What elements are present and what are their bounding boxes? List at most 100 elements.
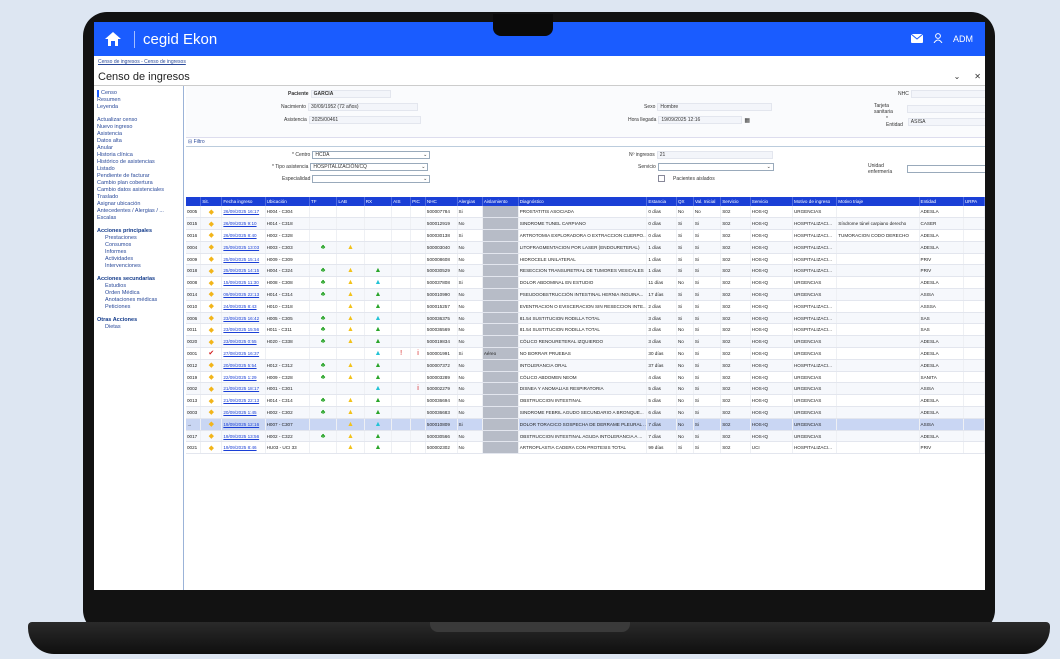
table-cell[interactable]: 26/09/2025 9:10 (221, 217, 266, 231)
sidebar-section-item[interactable]: Consumos (97, 242, 180, 249)
sidebar-section-title[interactable]: Acciones principales (97, 228, 180, 235)
sidebar-action-7[interactable]: Listado (97, 166, 180, 173)
column-header[interactable]: QX (676, 197, 694, 206)
sidebar-item-0[interactable]: Censo (97, 90, 180, 97)
table-row[interactable]: 0018 ◆ 25/09/2025 14:15 H004 - C324 ♣ ▲ ▲ 50003… (186, 264, 985, 278)
table-row[interactable]: 0019 ◆ 22/09/2025 1:29 H009 - C328 ♣ ▲ ▲ 500003… (186, 371, 985, 384)
table-cell[interactable]: 25/09/2025 14:15 (221, 264, 266, 278)
table-row[interactable]: 0011 ◆ 23/09/2025 15:56 H011 - C311 ♣ ▲ ▲ 50003… (186, 323, 985, 337)
table-cell[interactable]: 24/09/2025 8:43 (221, 300, 266, 313)
column-header[interactable]: Entidad (919, 197, 964, 206)
servicio-select[interactable]: ⌄ (657, 163, 774, 171)
table-row[interactable]: 0001 ✔ 27/08/2025 16:37 ▲! i 500001991 Si Aéreo… (186, 347, 985, 360)
sidebar-action-6[interactable]: Histórico de asistencias (97, 159, 180, 166)
home-icon[interactable] (100, 26, 126, 52)
table-cell[interactable]: 20/09/2025 1:45 (221, 406, 266, 419)
table-row[interactable]: 0005 ◆ 26/09/2025 16:17 H004 - C304 50000778… (186, 206, 985, 219)
sidebar-action-10[interactable]: Cambio datos asistenciales (97, 187, 180, 194)
column-header[interactable]: AIS (391, 197, 412, 206)
column-header[interactable]: Aislamiento (482, 197, 519, 206)
table-row[interactable]: 0004 ◆ 25/09/2025 13:03 H003 - C303 ♣ ▲ 500003… (186, 241, 985, 254)
sidebar-section-item[interactable]: Peticiones (97, 304, 180, 311)
sidebar-section-title[interactable]: Otras Acciones (97, 317, 180, 324)
table-row[interactable]: 0013 ◆ 21/09/2025 22:13 H014 - C314 ♣ ▲ ▲ 50003… (186, 394, 985, 408)
table-cell[interactable]: 15/09/2025 11:30 (221, 276, 266, 290)
calendar-icon[interactable]: ▦ (744, 117, 750, 124)
sidebar-action-11[interactable]: Traslado (97, 194, 180, 201)
table-cell[interactable]: 22/09/2025 1:29 (221, 371, 266, 384)
table-cell[interactable]: 23/09/2025 15:56 (221, 323, 266, 337)
table-cell[interactable]: 09/09/2025 22:13 (221, 288, 266, 301)
table-row[interactable]: 0015 ◆ 26/09/2025 9:10 H014 - C318 500012919… (186, 217, 985, 231)
table-row[interactable]: → ◆ 19/09/2025 12:16 H007 - C307 ▲ ▲ 500010809… (186, 418, 985, 431)
sidebar-section-item[interactable]: Orden Médica (97, 290, 180, 297)
table-cell[interactable]: 27/08/2025 16:37 (221, 347, 266, 360)
column-header[interactable]: Alergias (457, 197, 483, 206)
table-cell[interactable]: 25/09/2025 15:14 (221, 253, 266, 266)
table-cell[interactable]: 25/09/2025 13:03 (221, 241, 266, 254)
aislados-checkbox[interactable] (658, 175, 665, 182)
column-header[interactable]: Estancia (646, 197, 677, 206)
table-cell[interactable]: 19/09/2025 12:16 (221, 418, 266, 431)
sidebar-action-12[interactable]: Asignar ubicación (97, 201, 180, 208)
sidebar-action-4[interactable]: Anular (97, 145, 180, 152)
mail-icon[interactable] (910, 33, 924, 45)
table-row[interactable]: 0003 ◆ 20/09/2025 1:45 H002 - C302 ♣ ▲ ▲ 500036… (186, 406, 985, 419)
centro-select[interactable]: HCDA ⌄ (312, 151, 431, 159)
column-header[interactable]: Ubicación (265, 197, 310, 206)
table-row[interactable]: 0012 ◆ 20/09/2025 5:54 H012 - C312 ♣ ▲ ▲ 500007… (186, 359, 985, 372)
table-row[interactable]: 0016 ◆ 26/09/2025 8:40 H002 - C328 500030138… (186, 229, 985, 242)
table-cell[interactable]: 23/09/2025 16:42 (221, 312, 266, 325)
column-header[interactable]: Val. Inicial (693, 197, 722, 206)
table-row[interactable]: 0008 ◆ 15/09/2025 11:30 H008 - C308 ♣ ▲ ▲ 50003… (186, 276, 985, 290)
table-row[interactable]: 0021 ◆ 19/09/2025 8:46 HU03 - UCI 33 ▲ ▲ 50000… (186, 441, 985, 455)
sidebar-action-3[interactable]: Datos alta (97, 138, 180, 145)
table-row[interactable]: 0020 ◆ 23/09/2025 0:55 H020 - C338 ♣ ▲ ▲ 500019… (186, 335, 985, 349)
sidebar-section-item[interactable]: Anotaciones médicas (97, 297, 180, 304)
breadcrumb[interactable]: Censo de ingresos - Censo de ingresos (94, 56, 985, 68)
sidebar-action-5[interactable]: Historia clínica (97, 152, 180, 159)
tipo-asistencia-select[interactable]: HOSPITALIZACIÓN/CQ ⌄ (310, 163, 429, 171)
user-name[interactable]: ADM (953, 34, 973, 44)
sidebar-action-13[interactable]: Antecedentes / Alergias / ... (97, 208, 180, 215)
unidad-enfermeria-select[interactable]: ⌄ (906, 165, 985, 173)
table-cell[interactable]: 23/09/2025 0:55 (221, 335, 266, 349)
column-header[interactable]: PIC (410, 197, 426, 206)
table-row[interactable]: 0014 ◆ 09/09/2025 22:13 H014 - C314 ♣ ▲ ▲ 50001… (186, 288, 985, 301)
table-cell[interactable]: 21/09/2025 18:17 (221, 382, 266, 396)
column-header[interactable]: RX (364, 197, 393, 206)
column-header[interactable]: Servicio (750, 197, 793, 206)
table-cell[interactable]: 21/09/2025 22:13 (221, 394, 266, 408)
sidebar-item-1[interactable]: Resumen (97, 97, 180, 104)
sidebar-section-item[interactable]: Estudios (97, 283, 180, 290)
sidebar-action-9[interactable]: Cambio plan cobertura (97, 180, 180, 187)
table-row[interactable]: 0002 ◆ 21/09/2025 18:17 H001 - C301 ▲ i 500002… (186, 382, 985, 396)
table-row[interactable]: 0010 ◆ 24/09/2025 8:43 H010 - C318 ▲ ▲ 5000152… (186, 300, 985, 313)
column-header[interactable] (186, 197, 202, 206)
close-icon[interactable]: ✕ (974, 72, 981, 81)
sidebar-section-title[interactable]: Acciones secundarias (97, 276, 180, 283)
sidebar-action-2[interactable]: Asistencia (97, 131, 180, 138)
table-cell[interactable]: 20/09/2025 5:54 (221, 359, 266, 372)
column-header[interactable]: TF (309, 197, 338, 206)
sidebar-action-0[interactable]: Actualizar censo (97, 117, 180, 124)
user-icon[interactable] (933, 33, 943, 45)
sidebar-action-14[interactable]: Escalas (97, 215, 180, 222)
column-header[interactable]: Motivo de ingreso (792, 197, 838, 206)
chevron-down-icon[interactable]: ⌄ (954, 72, 961, 81)
sidebar-section-item[interactable]: Dietas (97, 324, 180, 331)
sidebar-item-2[interactable]: Leyenda (97, 104, 180, 111)
table-row[interactable]: 0009 ◆ 25/09/2025 15:14 H009 - C309 50000860… (186, 253, 985, 266)
filter-toggle[interactable]: ⊟ Filtro (186, 138, 985, 147)
table-cell[interactable]: 19/09/2025 13:56 (221, 430, 266, 443)
sidebar-section-item[interactable]: Intervenciones (97, 263, 180, 270)
sidebar-section-item[interactable]: Actividades (97, 256, 180, 263)
column-header[interactable]: LAB (336, 197, 365, 206)
column-header[interactable]: Sit. (200, 197, 223, 206)
table-cell[interactable]: 26/09/2025 8:40 (221, 229, 266, 242)
sidebar-action-8[interactable]: Pendiente de facturar (97, 173, 180, 180)
column-header[interactable]: Diagnóstico (518, 197, 648, 206)
column-header[interactable]: Servicio (720, 197, 751, 206)
table-cell[interactable]: 26/09/2025 16:17 (221, 206, 266, 219)
sidebar-action-1[interactable]: Nuevo ingreso (97, 124, 180, 131)
